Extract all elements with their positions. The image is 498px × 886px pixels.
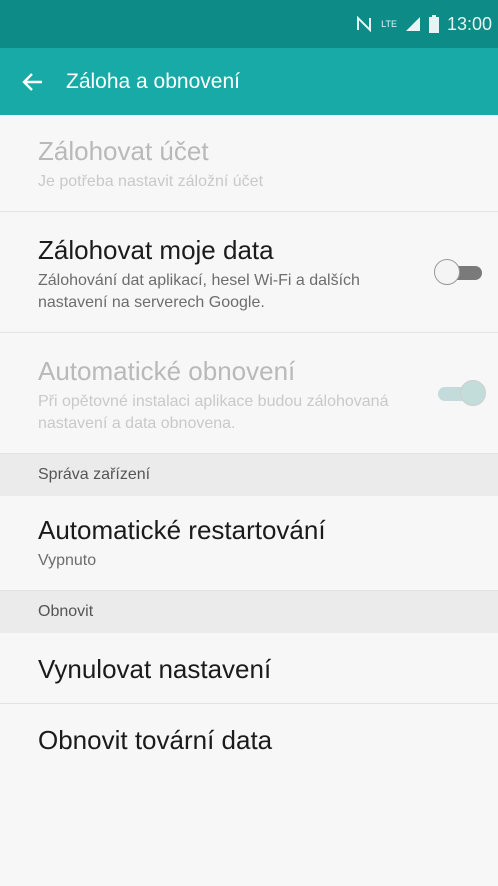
network-type-label: LTE — [381, 19, 397, 29]
backup-data-toggle[interactable] — [434, 257, 486, 287]
auto-restart-subtitle: Vypnuto — [38, 552, 97, 569]
clock: 13:00 — [446, 13, 492, 34]
reset-settings-title: Vynulovat nastavení — [38, 654, 272, 684]
backup-account-item[interactable]: Zálohovat účet Je potřeba nastavit zálož… — [0, 115, 498, 212]
factory-reset-item[interactable]: Obnovit tovární data — [0, 704, 498, 774]
backup-data-item[interactable]: Zálohovat moje data Zálohování dat aplik… — [0, 212, 498, 333]
auto-restore-subtitle: Při opětovné instalaci aplikace budou zá… — [38, 393, 389, 432]
section-header-device-management: Správa zařízení — [0, 454, 498, 496]
auto-restore-item[interactable]: Automatické obnovení Při opětovné instal… — [0, 333, 498, 454]
auto-restore-title: Automatické obnovení — [38, 356, 296, 386]
section-header-reset: Obnovit — [0, 591, 498, 633]
auto-restore-toggle[interactable] — [434, 378, 486, 408]
status-bar: LTE 13:00 — [0, 0, 498, 48]
toggle-thumb — [434, 259, 460, 285]
factory-reset-title: Obnovit tovární data — [38, 725, 273, 755]
backup-account-title: Zálohovat účet — [38, 136, 209, 166]
backup-data-title: Zálohovat moje data — [38, 235, 274, 265]
signal-icon — [405, 16, 421, 32]
lte-icon: LTE — [381, 19, 397, 29]
backup-data-subtitle: Zálohování dat aplikací, hesel Wi-Fi a d… — [38, 272, 360, 311]
reset-settings-item[interactable]: Vynulovat nastavení — [0, 633, 498, 704]
battery-icon — [428, 15, 439, 33]
toggle-thumb — [460, 380, 486, 406]
page-title: Záloha a obnovení — [66, 69, 240, 93]
back-arrow-icon[interactable] — [20, 69, 46, 95]
auto-restart-title: Automatické restartování — [38, 515, 326, 545]
auto-restart-item[interactable]: Automatické restartování Vypnuto — [0, 496, 498, 591]
backup-account-subtitle: Je potřeba nastavit záložní účet — [38, 173, 264, 190]
settings-list: Zálohovat účet Je potřeba nastavit zálož… — [0, 115, 498, 774]
app-bar: Záloha a obnovení — [0, 48, 498, 115]
nfc-icon — [355, 15, 373, 33]
